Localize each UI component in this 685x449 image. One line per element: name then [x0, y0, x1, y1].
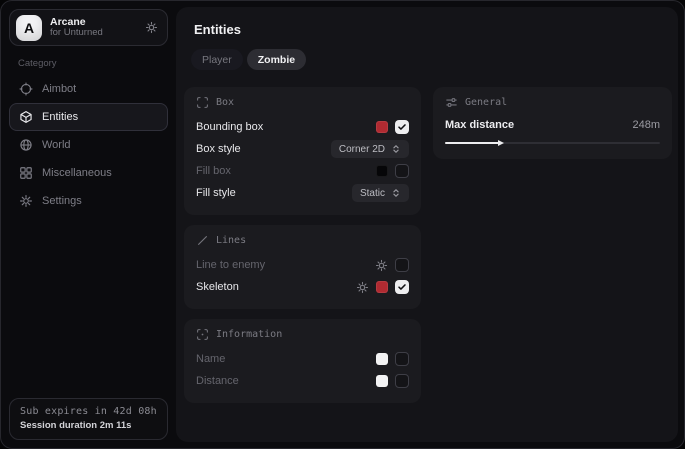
- sidebar-item-aimbot[interactable]: Aimbot: [9, 75, 168, 103]
- box-style-select[interactable]: Corner 2D: [331, 140, 409, 158]
- tab-zombie[interactable]: Zombie: [247, 49, 306, 70]
- row-label: Max distance: [445, 119, 514, 131]
- crosshair-icon: [19, 82, 33, 96]
- subscription-card: Sub expires in 42d 08h Session duration …: [9, 398, 168, 440]
- grid-icon: [19, 166, 33, 180]
- card-title: Lines: [216, 235, 246, 246]
- card-title: General: [465, 97, 507, 108]
- page-title: Entities: [194, 22, 678, 37]
- gear-icon[interactable]: [356, 281, 369, 294]
- gear-icon[interactable]: [375, 259, 388, 272]
- max-distance-slider[interactable]: [445, 138, 660, 148]
- session-duration-text: Session duration 2m 11s: [20, 420, 157, 431]
- row-label: Fill style: [196, 187, 236, 199]
- main-panel: Entities Player Zombie Box: [176, 7, 678, 442]
- app-logo: A: [16, 15, 42, 41]
- slider-thumb[interactable]: [498, 140, 504, 146]
- setting-row-bounding-box: Bounding box: [196, 116, 409, 138]
- chevrons-up-down-icon: [391, 144, 401, 154]
- color-swatch[interactable]: [376, 121, 388, 133]
- tab-player[interactable]: Player: [191, 49, 243, 70]
- sub-expires-text: Sub expires in 42d 08h: [20, 406, 157, 417]
- sidebar: A Arcane for Unturned Category: [1, 1, 176, 448]
- row-label: Skeleton: [196, 281, 239, 293]
- setting-row-fill-box: Fill box: [196, 160, 409, 182]
- gear-icon[interactable]: [145, 21, 158, 34]
- information-card: Information Name Distance: [184, 319, 421, 403]
- globe-icon: [19, 138, 33, 152]
- checkbox-checked[interactable]: [395, 280, 409, 294]
- fill-style-select[interactable]: Static: [352, 184, 409, 202]
- lines-card: Lines Line to enemy: [184, 225, 421, 309]
- gear-icon: [19, 194, 33, 208]
- sidebar-item-entities[interactable]: Entities: [9, 103, 168, 131]
- brand-card: A Arcane for Unturned: [9, 9, 168, 46]
- scan-dot-icon: [196, 328, 209, 341]
- color-swatch[interactable]: [376, 281, 388, 293]
- sidebar-item-label: Settings: [42, 195, 82, 207]
- sidebar-item-label: Miscellaneous: [42, 167, 112, 179]
- scan-corners-icon: [196, 96, 209, 109]
- checkbox-unchecked[interactable]: [395, 352, 409, 366]
- diagonal-line-icon: [196, 234, 209, 247]
- row-label: Name: [196, 353, 225, 365]
- slider-fill: [445, 142, 499, 144]
- sidebar-item-label: World: [42, 139, 71, 151]
- setting-row-max-distance: Max distance 248m: [445, 116, 660, 134]
- tab-bar: Player Zombie: [191, 49, 678, 70]
- lines-card-header: Lines: [196, 234, 409, 247]
- app-subtitle: for Unturned: [50, 28, 103, 39]
- general-card: General Max distance 248m: [433, 87, 672, 159]
- checkbox-checked[interactable]: [395, 120, 409, 134]
- setting-row-line-to-enemy: Line to enemy: [196, 254, 409, 276]
- brand-text: Arcane for Unturned: [50, 16, 103, 39]
- sidebar-item-label: Entities: [42, 111, 78, 123]
- sidebar-nav: Aimbot Entities: [1, 75, 176, 215]
- select-value: Corner 2D: [339, 144, 385, 155]
- app-window: A Arcane for Unturned Category: [0, 0, 685, 449]
- sidebar-item-settings[interactable]: Settings: [9, 187, 168, 215]
- sliders-icon: [445, 96, 458, 109]
- row-label: Fill box: [196, 165, 231, 177]
- checkbox-unchecked[interactable]: [395, 374, 409, 388]
- box-card-header: Box: [196, 96, 409, 109]
- setting-row-name: Name: [196, 348, 409, 370]
- color-swatch[interactable]: [376, 165, 388, 177]
- sidebar-item-label: Aimbot: [42, 83, 76, 95]
- chevrons-up-down-icon: [391, 188, 401, 198]
- general-card-header: General: [445, 96, 660, 109]
- category-label: Category: [18, 58, 176, 69]
- sidebar-item-miscellaneous[interactable]: Miscellaneous: [9, 159, 168, 187]
- color-swatch[interactable]: [376, 375, 388, 387]
- checkbox-unchecked[interactable]: [395, 258, 409, 272]
- setting-row-fill-style: Fill style Static: [196, 182, 409, 204]
- row-label: Bounding box: [196, 121, 263, 133]
- slider-value: 248m: [632, 119, 660, 131]
- card-title: Information: [216, 329, 282, 340]
- select-value: Static: [360, 188, 385, 199]
- card-title: Box: [216, 97, 234, 108]
- setting-row-box-style: Box style Corner 2D: [196, 138, 409, 160]
- cube-icon: [19, 110, 33, 124]
- right-column: General Max distance 248m: [433, 87, 672, 159]
- box-card: Box Bounding box Box style: [184, 87, 421, 215]
- setting-row-skeleton: Skeleton: [196, 276, 409, 298]
- color-swatch[interactable]: [376, 353, 388, 365]
- row-label: Line to enemy: [196, 259, 265, 271]
- left-column: Box Bounding box Box style: [184, 87, 421, 403]
- setting-row-distance: Distance: [196, 370, 409, 392]
- information-card-header: Information: [196, 328, 409, 341]
- sidebar-item-world[interactable]: World: [9, 131, 168, 159]
- cards-area: Box Bounding box Box style: [184, 87, 672, 403]
- row-label: Distance: [196, 375, 239, 387]
- checkbox-unchecked[interactable]: [395, 164, 409, 178]
- row-label: Box style: [196, 143, 241, 155]
